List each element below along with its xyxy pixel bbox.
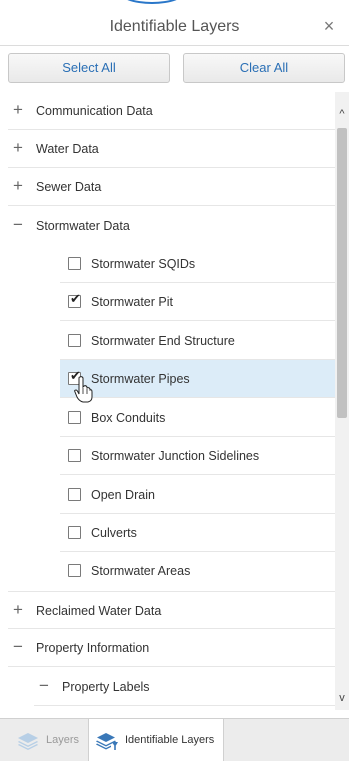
- check-icon: [69, 409, 82, 422]
- layer-item-stormwater-pit[interactable]: ✔ Stormwater Pit: [60, 283, 335, 321]
- layer-checkbox[interactable]: [68, 526, 81, 539]
- layer-tree: + Communication Data + Water Data + Sewe…: [0, 92, 335, 710]
- expand-icon[interactable]: +: [11, 177, 25, 195]
- layer-label: Stormwater Junction Sidelines: [91, 449, 260, 463]
- identify-layers-icon: [96, 733, 118, 750]
- collapse-icon[interactable]: −: [11, 638, 25, 656]
- group-label: Property Labels: [62, 680, 150, 694]
- panel-header: Identifiable Layers ×: [0, 8, 349, 46]
- layer-checkbox[interactable]: [68, 334, 81, 347]
- layer-checkbox[interactable]: [68, 257, 81, 270]
- tree-group-property-information[interactable]: − Property Information: [8, 629, 335, 667]
- tab-layers-label: Layers: [46, 734, 80, 746]
- scroll-up-icon[interactable]: ^: [335, 106, 349, 122]
- layer-item-culverts[interactable]: Culverts: [60, 514, 335, 552]
- layer-label: Box Conduits: [91, 411, 166, 425]
- group-label: Property Information: [36, 641, 150, 655]
- group-label: Water Data: [36, 142, 99, 156]
- bottom-tab-bar: Layers Identifiable Layers: [0, 718, 349, 761]
- check-icon: [69, 486, 82, 499]
- collapse-icon[interactable]: −: [37, 677, 51, 695]
- collapse-icon[interactable]: −: [11, 216, 25, 234]
- layer-item-stormwater-pipes[interactable]: ✔ Stormwater Pipes: [60, 360, 335, 398]
- expand-icon[interactable]: +: [11, 101, 25, 119]
- check-icon: [69, 255, 82, 268]
- check-icon: ✔: [70, 369, 81, 384]
- tab-identifiable-layers-label: Identifiable Layers: [125, 734, 215, 746]
- check-icon: [69, 332, 82, 345]
- layer-item-open-drain[interactable]: Open Drain: [60, 476, 335, 514]
- panel-title: Identifiable Layers: [109, 18, 240, 35]
- check-icon: ✔: [70, 292, 81, 307]
- check-icon: [69, 447, 82, 460]
- expand-icon[interactable]: +: [11, 139, 25, 157]
- layer-item-box-conduits[interactable]: Box Conduits: [60, 399, 335, 437]
- check-icon: [69, 524, 82, 537]
- layer-label: Culverts: [91, 526, 137, 540]
- layer-item-stormwater-areas[interactable]: Stormwater Areas: [60, 552, 335, 590]
- tree-group-communication-data[interactable]: + Communication Data: [8, 92, 335, 130]
- scrollbar-thumb[interactable]: [337, 128, 347, 418]
- layer-label: Stormwater SQIDs: [91, 257, 196, 271]
- layer-item-stormwater-junction-sidelines[interactable]: Stormwater Junction Sidelines: [60, 437, 335, 475]
- layer-label: Stormwater Pipes: [91, 372, 190, 386]
- layer-label: Stormwater End Structure: [91, 334, 235, 348]
- top-edge-decoration: [0, 0, 349, 6]
- layer-checkbox[interactable]: [68, 488, 81, 501]
- group-label: Reclaimed Water Data: [36, 604, 162, 618]
- tree-group-water-data[interactable]: + Water Data: [8, 130, 335, 168]
- layer-checkbox[interactable]: ✔: [68, 369, 81, 385]
- group-label: Communication Data: [36, 104, 153, 118]
- layer-item-stormwater-sqids[interactable]: Stormwater SQIDs: [60, 245, 335, 283]
- layer-item-stormwater-end-structure[interactable]: Stormwater End Structure: [60, 322, 335, 360]
- tree-subgroup-property-labels[interactable]: − Property Labels: [34, 668, 335, 706]
- scroll-down-icon[interactable]: v: [335, 690, 349, 706]
- layers-icon: [18, 733, 38, 750]
- clear-all-button[interactable]: Clear All: [183, 53, 345, 83]
- tab-identifiable-layers[interactable]: Identifiable Layers: [88, 719, 224, 761]
- expand-icon[interactable]: +: [11, 601, 25, 619]
- check-icon: [69, 562, 82, 575]
- tree-group-sewer-data[interactable]: + Sewer Data: [8, 168, 335, 206]
- layer-label: Stormwater Pit: [91, 295, 173, 309]
- layer-checkbox[interactable]: [68, 564, 81, 577]
- tree-scrollbar[interactable]: ^ v: [335, 92, 349, 710]
- tree-group-stormwater-data[interactable]: − Stormwater Data: [8, 207, 335, 245]
- close-icon[interactable]: ×: [319, 16, 339, 36]
- layer-checkbox[interactable]: [68, 449, 81, 462]
- layer-label: Open Drain: [91, 488, 155, 502]
- layer-checkbox[interactable]: [68, 411, 81, 424]
- layer-checkbox[interactable]: ✔: [68, 292, 81, 308]
- group-label: Sewer Data: [36, 180, 102, 194]
- tab-layers[interactable]: Layers: [8, 719, 88, 761]
- tree-group-reclaimed-water-data[interactable]: + Reclaimed Water Data: [8, 591, 335, 629]
- group-label: Stormwater Data: [36, 219, 130, 233]
- select-all-button[interactable]: Select All: [8, 53, 170, 83]
- layer-label: Stormwater Areas: [91, 564, 191, 578]
